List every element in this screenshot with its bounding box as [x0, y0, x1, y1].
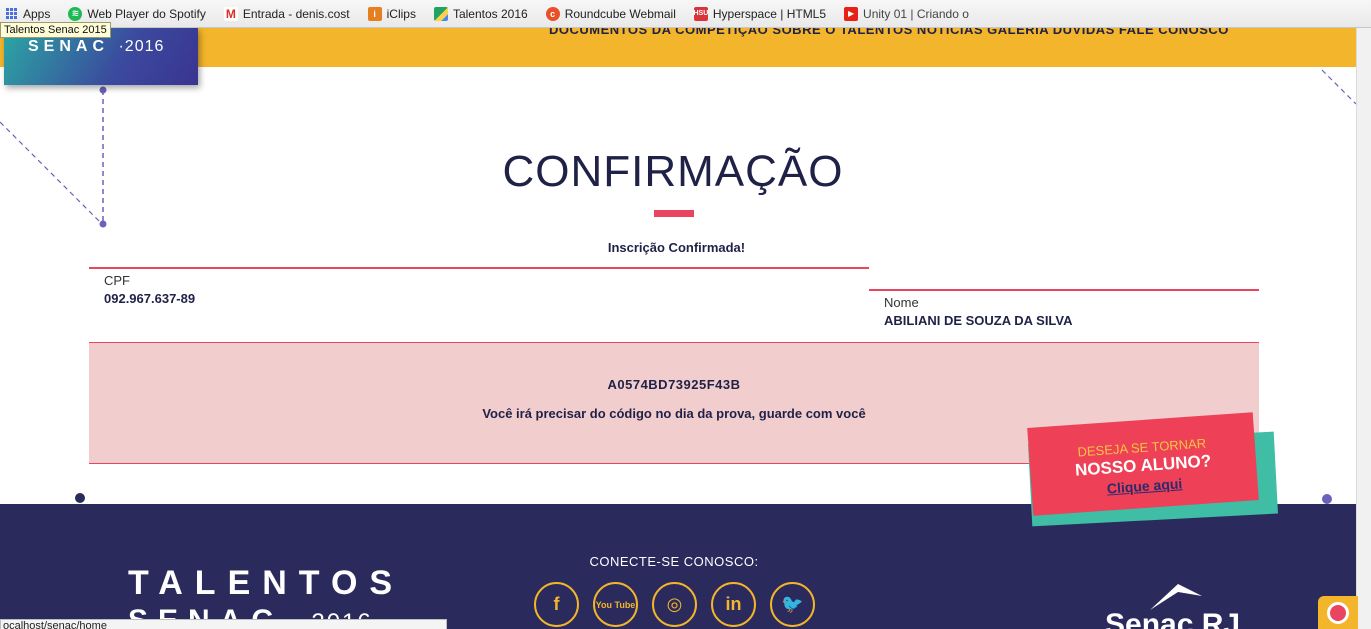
youtube-icon[interactable]: You Tube — [593, 582, 638, 627]
bookmark-unity[interactable]: ▶ Unity 01 | Criando o — [844, 6, 969, 21]
cpf-field: CPF 092.967.637-89 — [89, 267, 869, 306]
footer-logo-line1: TALENTOS — [128, 564, 405, 602]
bookmark-apps-label: Apps — [23, 6, 51, 21]
confirmation-message: Inscrição Confirmada! — [607, 240, 746, 255]
bookmark-gmail[interactable]: M Entrada - denis.cost — [223, 6, 350, 21]
site-footer: TALENTOS SENAC ·2016 CONECTE-SE CONOSCO:… — [0, 504, 1356, 629]
bookmark-hyperspace[interactable]: HSU Hyperspace | HTML5 — [693, 6, 827, 21]
logo-main: SENAC — [28, 38, 110, 55]
bookmark-talentos-2016[interactable]: Talentos 2016 — [433, 6, 528, 21]
nome-field: Nome ABILIANI DE SOUZA DA SILVA — [869, 289, 1259, 328]
bookmark-label: Entrada - denis.cost — [242, 6, 350, 21]
become-student-cta[interactable]: DESEJA SE TORNAR NOSSO ALUNO? Clique aqu… — [1027, 412, 1259, 516]
bookmark-iclips[interactable]: i iClips — [367, 6, 416, 21]
code-hint: Você irá precisar do código no dia da pr… — [482, 406, 866, 421]
bookmark-spotify[interactable]: ≋ Web Player do Spotify — [68, 6, 206, 21]
logo-text: SENAC ·2016 — [28, 38, 164, 56]
bookmark-label: Web Player do Spotify — [87, 6, 206, 21]
nome-value: ABILIANI DE SOUZA DA SILVA — [884, 313, 1073, 328]
bookmark-label: Hyperspace | HTML5 — [712, 6, 827, 21]
drive-icon — [433, 6, 448, 21]
facebook-icon[interactable]: f — [534, 582, 579, 627]
youtube-icon: ▶ — [844, 6, 859, 21]
logo-year: ·2016 — [118, 38, 165, 55]
registration-code: A0574BD73925F43B — [607, 377, 741, 392]
social-links: f You Tube ◎ in 🐦 — [534, 582, 815, 627]
logo-year-value: 2016 — [124, 38, 165, 55]
tooltip: Talentos Senac 2015 — [0, 22, 111, 38]
scrollbar[interactable] — [1356, 28, 1371, 629]
hyperspace-icon: HSU — [693, 6, 708, 21]
bookmark-label: Talentos 2016 — [452, 6, 528, 21]
senac-brand[interactable]: Senac RJ — [1105, 608, 1240, 629]
cpf-label: CPF — [104, 273, 130, 288]
bookmark-apps[interactable]: Apps — [6, 7, 50, 21]
gmail-icon: M — [223, 6, 238, 21]
bookmark-label: iClips — [386, 6, 416, 21]
bookmark-label: Unity 01 | Criando o — [863, 6, 969, 21]
bookmark-label: Roundcube Webmail — [564, 6, 676, 21]
instagram-icon[interactable]: ◎ — [652, 582, 697, 627]
cpf-divider — [89, 267, 869, 269]
connect-label: CONECTE-SE CONOSCO: — [589, 554, 759, 569]
nome-divider — [869, 289, 1259, 291]
iclips-icon: i — [367, 6, 382, 21]
cpf-value: 092.967.637-89 — [104, 291, 196, 306]
spotify-icon: ≋ — [68, 6, 83, 21]
page-title: CONFIRMAÇÃO — [502, 147, 844, 196]
status-url: ocalhost/senac/home — [0, 619, 447, 629]
bookmark-roundcube[interactable]: c Roundcube Webmail — [545, 6, 676, 21]
chat-widget-icon[interactable] — [1318, 596, 1358, 629]
title-underline — [654, 210, 694, 217]
nome-label: Nome — [884, 295, 919, 310]
roundcube-icon: c — [545, 6, 560, 21]
bookmarks-bar: Apps ≋ Web Player do Spotify M Entrada -… — [0, 0, 1371, 28]
linkedin-icon[interactable]: in — [711, 582, 756, 627]
twitter-icon[interactable]: 🐦 — [770, 582, 815, 627]
apps-grid-icon — [6, 7, 18, 20]
